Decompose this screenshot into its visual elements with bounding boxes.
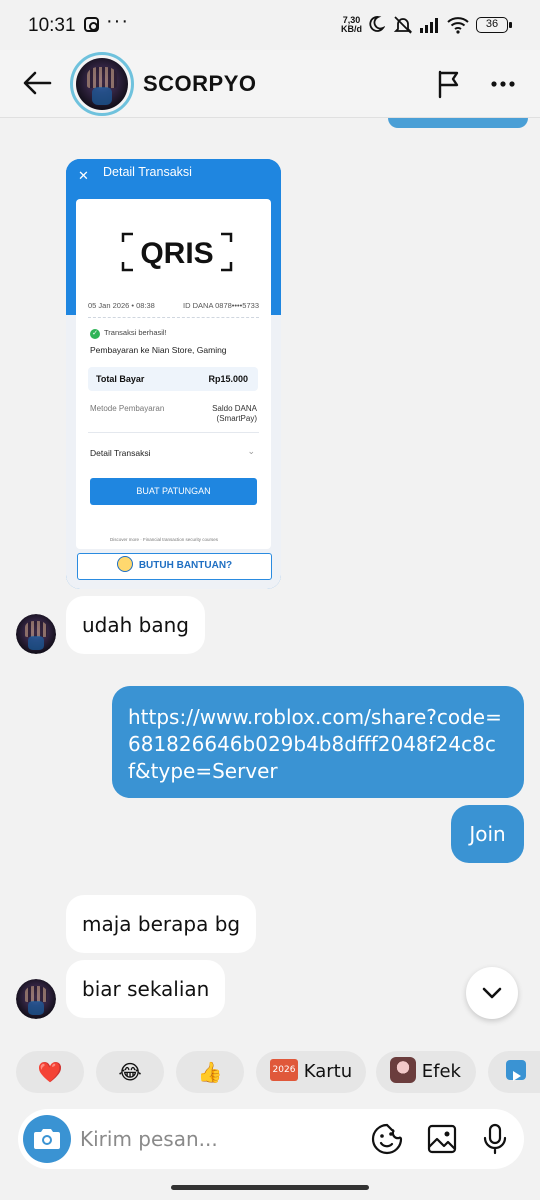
sent-message-link[interactable]: https://www.roblox.com/share?code= 68182… — [112, 686, 524, 798]
scroll-to-bottom-button[interactable] — [466, 967, 518, 1019]
payment-method-label: Metode Pembayaran — [90, 404, 165, 413]
home-indicator[interactable] — [171, 1185, 369, 1190]
gallery-icon[interactable] — [425, 1122, 459, 1156]
laugh-reaction-chip[interactable]: 😂 — [96, 1051, 164, 1093]
quick-reply-bar: ❤️ 😂 👍 2026 Kartu Efek — [16, 1051, 540, 1093]
receipt-body: QRIS 05 Jan 2026 • 08:38 ID DANA 0878•••… — [66, 195, 281, 589]
report-flag-button[interactable] — [432, 67, 466, 101]
battery-indicator: 36 — [476, 17, 512, 33]
video-chip[interactable] — [488, 1051, 540, 1093]
efek-chip[interactable]: Efek — [376, 1051, 476, 1093]
more-options-button[interactable] — [488, 67, 522, 101]
laughing-face-icon: 😂 — [118, 1060, 142, 1084]
help-agent-icon — [116, 556, 133, 573]
calendar-2026-icon: 2026 — [270, 1059, 298, 1081]
message-line: https://www.roblox.com/share?code= — [128, 705, 502, 729]
play-icon — [506, 1060, 526, 1081]
total-label: Total Bayar — [96, 374, 145, 384]
dana-id: ID DANA 0878••••5733 — [183, 301, 259, 310]
heart-reaction-chip[interactable]: ❤️ — [16, 1051, 84, 1093]
avatar-image — [16, 979, 56, 1019]
kartu-label: Kartu — [303, 1061, 353, 1082]
total-value: Rp15.000 — [208, 374, 248, 384]
message-line: f&type=Server — [128, 759, 278, 783]
status-time: 10:31 — [28, 15, 76, 36]
camera-icon — [34, 1129, 60, 1149]
previous-sent-message[interactable] — [388, 118, 528, 128]
divider — [88, 432, 259, 433]
merchant-text: Pembayaran ke Nian Store, Gaming — [90, 345, 227, 355]
network-speed: 7,30 KB/d — [341, 16, 362, 34]
more-notifications-icon: ··· — [106, 10, 129, 32]
message-line: 681826646b029b4b8dfff2048f24c8c — [128, 732, 496, 756]
divider — [88, 317, 259, 318]
discover-text: Discover more · Financial transaction se… — [110, 537, 219, 542]
sender-avatar[interactable] — [16, 614, 56, 654]
avatar-image — [76, 58, 128, 110]
received-message[interactable]: maja berapa bg — [66, 895, 257, 953]
message-input[interactable] — [80, 1125, 350, 1153]
avatar-image — [16, 614, 56, 654]
heart-icon: ❤️ — [37, 1060, 63, 1084]
microphone-icon[interactable] — [478, 1122, 512, 1156]
status-bar: 10:31 ··· 7,30 KB/d 36 — [0, 0, 540, 50]
transaction-status: Transaksi berhasil! — [90, 328, 167, 339]
receipt-topbar: ✕ Detail Transaksi — [66, 159, 281, 195]
contact-avatar[interactable] — [70, 52, 134, 116]
chat-header: SCORPYO — [0, 50, 540, 118]
wifi-icon — [447, 17, 469, 34]
received-message[interactable]: udah bang — [66, 596, 205, 654]
transaction-detail-label: Detail Transaksi — [90, 448, 151, 458]
play-glyph — [513, 1071, 521, 1081]
thumbs-up-icon: 👍 — [197, 1060, 223, 1084]
back-button[interactable] — [20, 66, 54, 100]
signal-icon — [420, 18, 438, 33]
receipt-card: QRIS 05 Jan 2026 • 08:38 ID DANA 0878•••… — [76, 199, 271, 549]
kartu-chip[interactable]: 2026 Kartu — [256, 1051, 366, 1093]
silent-bell-icon — [393, 16, 413, 34]
do-not-disturb-icon — [369, 16, 385, 32]
network-speed-unit: KB/d — [341, 24, 362, 34]
received-message[interactable]: biar sekalian — [66, 960, 226, 1018]
camera-button[interactable] — [23, 1115, 71, 1163]
help-button-label: BUTUH BANTUAN? — [138, 560, 233, 571]
efek-label: Efek — [421, 1061, 461, 1082]
qris-logo: QRIS — [121, 232, 233, 272]
contact-name[interactable]: SCORPYO — [143, 71, 257, 97]
chevron-down-icon: ⌄ — [247, 446, 255, 456]
sent-message[interactable]: Join — [451, 805, 524, 863]
image-message-receipt[interactable]: ✕ Detail Transaksi QRIS 05 Jan 2026 • 08… — [66, 159, 281, 589]
sender-avatar[interactable] — [16, 979, 56, 1019]
help-button: BUTUH BANTUAN? — [77, 553, 272, 580]
face-effect-icon — [390, 1057, 416, 1083]
thumbs-up-reaction-chip[interactable]: 👍 — [176, 1051, 244, 1093]
sticker-icon[interactable] — [370, 1122, 404, 1156]
transaction-date: 05 Jan 2026 • 08:38 — [88, 301, 155, 310]
instagram-notification-icon — [84, 17, 99, 32]
total-box: Total Bayar Rp15.000 — [88, 367, 258, 391]
close-icon: ✕ — [78, 168, 89, 183]
message-composer — [18, 1109, 524, 1169]
receipt-title: Detail Transaksi — [103, 165, 192, 179]
payment-method-value: Saldo DANA (SmartPay) — [212, 404, 257, 423]
qris-logo-text: QRIS — [140, 237, 213, 270]
buat-patungan-button: BUAT PATUNGAN — [90, 478, 257, 505]
